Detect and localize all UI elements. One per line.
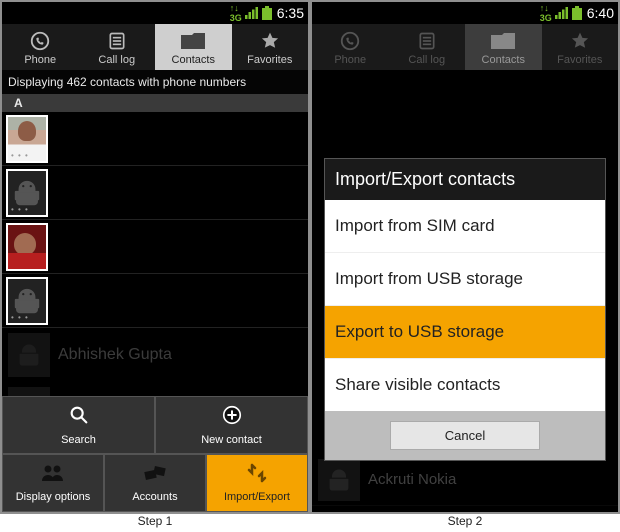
data-3g-icon: ↑↓3G [230,3,242,23]
star-icon [567,30,593,52]
section-header-a: A [2,94,308,112]
options-menu: Search New contact Display options Accou… [2,396,308,512]
menu-import-export[interactable]: Import/Export [206,454,308,512]
tab-contacts-label: Contacts [482,54,525,66]
tab-phone[interactable]: Phone [2,24,79,70]
menu-display-options[interactable]: Display options [2,454,104,512]
list-item[interactable]: • • • [2,166,308,220]
tab-calllog[interactable]: Call log [79,24,156,70]
dialog-item-share-visible[interactable]: Share visible contacts [325,358,605,411]
tab-favorites-label: Favorites [557,54,602,66]
phone-icon [27,30,53,52]
menu-search-label: Search [61,434,96,446]
phone-icon [337,30,363,52]
menu-search[interactable]: Search [2,396,155,454]
menu-new-contact[interactable]: New contact [155,396,308,454]
tab-contacts-label: Contacts [172,54,215,66]
tab-contacts[interactable]: Contacts [465,24,542,70]
tab-favorites[interactable]: Favorites [542,24,619,70]
contact-avatar: • • • [6,277,48,325]
contact-avatar: • • • [6,223,48,271]
clock: 6:40 [587,5,614,21]
list-item[interactable]: • • • [2,112,308,166]
tab-calllog-label: Call log [98,54,135,66]
calllog-icon [414,30,440,52]
clock: 6:35 [277,5,304,21]
step-caption: Step 2 [310,514,620,532]
contact-avatar [8,333,50,377]
search-icon [68,404,90,431]
tab-favorites[interactable]: Favorites [232,24,309,70]
tab-calllog-label: Call log [408,54,445,66]
tab-calllog[interactable]: Call log [389,24,466,70]
plus-icon [221,404,243,431]
star-icon [257,30,283,52]
list-item[interactable]: • • • [2,220,308,274]
battery-icon [262,6,272,20]
screen-step-1: ↑↓3G 6:35 Phone Call log Contacts Favori… [0,0,310,532]
list-item[interactable]: • • • [2,274,308,328]
contact-avatar: • • • [6,115,48,163]
battery-icon [572,6,582,20]
dialog-footer: Cancel [325,411,605,460]
tab-phone[interactable]: Phone [312,24,389,70]
screen-content: ↑↓3G 6:35 Phone Call log Contacts Favori… [0,0,310,514]
tab-bar: Phone Call log Contacts Favorites [312,24,618,70]
list-item: Ackruti Nokia [312,454,618,506]
contact-avatar: • • • [6,169,48,217]
dialog-item-import-sim[interactable]: Import from SIM card [325,200,605,252]
signal-icon [555,7,569,19]
menu-import-export-label: Import/Export [224,491,290,503]
people-icon [41,463,65,488]
menu-accounts-label: Accounts [132,491,177,503]
dialog-title: Import/Export contacts [325,159,605,200]
data-3g-icon: ↑↓3G [540,3,552,23]
import-export-dialog: Import/Export contacts Import from SIM c… [324,158,606,461]
tab-favorites-label: Favorites [247,54,292,66]
tab-contacts[interactable]: Contacts [155,24,232,70]
list-item: Abhishek Gupta [2,328,308,382]
tab-phone-label: Phone [24,54,56,66]
tab-bar: Phone Call log Contacts Favorites [2,24,308,70]
signal-icon [245,7,259,19]
accounts-icon [143,463,167,488]
status-bar: ↑↓3G 6:40 [312,2,618,24]
tab-phone-label: Phone [334,54,366,66]
step-caption: Step 1 [0,514,310,532]
calllog-icon [104,30,130,52]
screen-content: ↑↓3G 6:40 Phone Call log Contacts Favori… [310,0,620,514]
menu-accounts[interactable]: Accounts [104,454,206,512]
screen-step-2: ↑↓3G 6:40 Phone Call log Contacts Favori… [310,0,620,532]
dialog-item-import-usb[interactable]: Import from USB storage [325,252,605,305]
import-export-icon [245,463,269,488]
menu-display-label: Display options [16,491,91,503]
main-area: Ackruti Nokia Import/Export contacts Imp… [312,70,618,512]
contact-avatar [318,459,360,501]
info-bar: Displaying 462 contacts with phone numbe… [2,70,308,94]
cancel-button[interactable]: Cancel [390,421,540,450]
contacts-icon [180,30,206,52]
contact-name: Abhishek Gupta [58,346,172,364]
status-bar: ↑↓3G 6:35 [2,2,308,24]
contacts-icon [490,30,516,52]
menu-new-contact-label: New contact [201,434,262,446]
contact-name: Ackruti Nokia [368,471,456,488]
contacts-list[interactable]: • • • • • • • • • • • • Abhishek Gupta [2,112,308,512]
dialog-item-export-usb[interactable]: Export to USB storage [325,305,605,358]
